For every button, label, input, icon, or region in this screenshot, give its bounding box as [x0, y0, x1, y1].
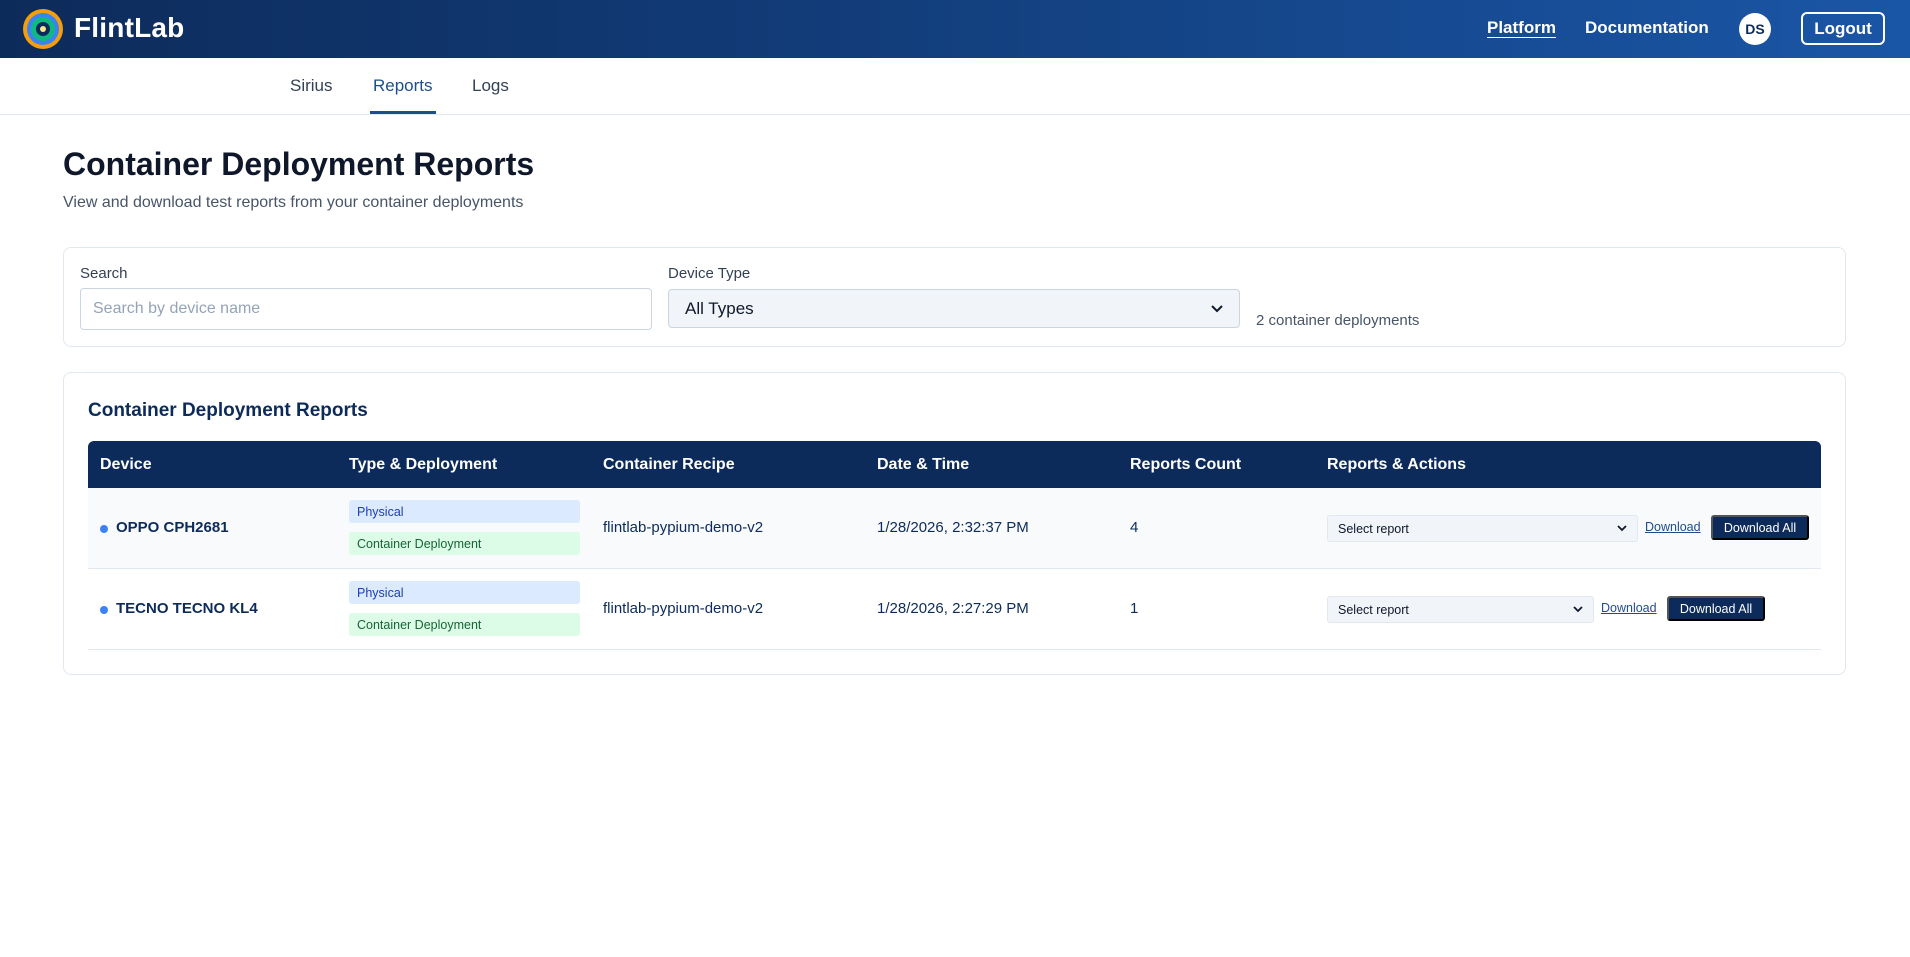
column-container-recipe: Container Recipe	[603, 456, 735, 473]
table-row: TECNO TECNO KL4 Physical Container Deplo…	[88, 569, 1821, 650]
page-subtitle: View and download test reports from your…	[63, 194, 524, 211]
container-recipe: flintlab-pypium-demo-v2	[603, 519, 764, 536]
download-link[interactable]: Download	[1645, 520, 1701, 534]
search-input[interactable]	[80, 288, 652, 330]
table-header: Device Type & Deployment Container Recip…	[88, 441, 1821, 488]
date-time: 1/28/2026, 2:27:29 PM	[877, 600, 1029, 617]
sub-navigation: Sirius Reports Logs	[0, 58, 1910, 115]
deployment-badge: Container Deployment	[349, 532, 580, 555]
report-select[interactable]: Select report	[1327, 596, 1594, 623]
tab-logs[interactable]: Logs	[472, 76, 509, 96]
column-device: Device	[100, 456, 152, 473]
deployment-badge: Container Deployment	[349, 613, 580, 636]
device-type-label: Device Type	[668, 265, 751, 282]
chevron-down-icon	[1211, 304, 1223, 312]
status-dot-icon	[100, 525, 108, 533]
top-header: FlintLab Platform Documentation DS Logou…	[0, 0, 1910, 58]
chevron-down-icon	[1573, 606, 1583, 613]
device-type-badge: Physical	[349, 500, 580, 523]
logout-button[interactable]: Logout	[1801, 12, 1885, 45]
flintlab-logo-icon[interactable]	[22, 8, 64, 50]
table-title: Container Deployment Reports	[88, 400, 368, 421]
device-type-value: All Types	[685, 298, 754, 318]
table-row: OPPO CPH2681 Physical Container Deployme…	[88, 488, 1821, 569]
status-dot-icon	[100, 606, 108, 614]
download-link[interactable]: Download	[1601, 601, 1657, 615]
search-label: Search	[80, 265, 128, 282]
device-name: OPPO CPH2681	[116, 519, 229, 536]
date-time: 1/28/2026, 2:32:37 PM	[877, 519, 1029, 536]
column-reports-count: Reports Count	[1130, 456, 1242, 473]
device-type-select[interactable]: All Types	[668, 289, 1240, 328]
download-all-button[interactable]: Download All	[1711, 515, 1809, 540]
column-date-time: Date & Time	[877, 456, 970, 473]
reports-count: 1	[1130, 600, 1139, 617]
chevron-down-icon	[1617, 525, 1627, 532]
page-title: Container Deployment Reports	[63, 146, 535, 182]
device-name: TECNO TECNO KL4	[116, 600, 258, 617]
tab-reports[interactable]: Reports	[373, 76, 433, 96]
nav-platform-link[interactable]: Platform	[1487, 18, 1556, 38]
user-avatar[interactable]: DS	[1739, 13, 1771, 45]
column-type-deployment: Type & Deployment	[349, 456, 498, 473]
active-tab-indicator	[370, 111, 436, 114]
nav-documentation-link[interactable]: Documentation	[1585, 18, 1709, 38]
download-all-button[interactable]: Download All	[1667, 596, 1765, 621]
report-select[interactable]: Select report	[1327, 515, 1638, 542]
deployment-count: 2 container deployments	[1256, 312, 1420, 329]
report-select-value: Select report	[1338, 602, 1409, 617]
report-select-value: Select report	[1338, 521, 1409, 536]
brand-name[interactable]: FlintLab	[74, 12, 184, 44]
column-reports-actions: Reports & Actions	[1327, 456, 1466, 473]
container-recipe: flintlab-pypium-demo-v2	[603, 600, 764, 617]
tab-sirius[interactable]: Sirius	[290, 76, 333, 96]
device-type-badge: Physical	[349, 581, 580, 604]
reports-count: 4	[1130, 519, 1139, 536]
